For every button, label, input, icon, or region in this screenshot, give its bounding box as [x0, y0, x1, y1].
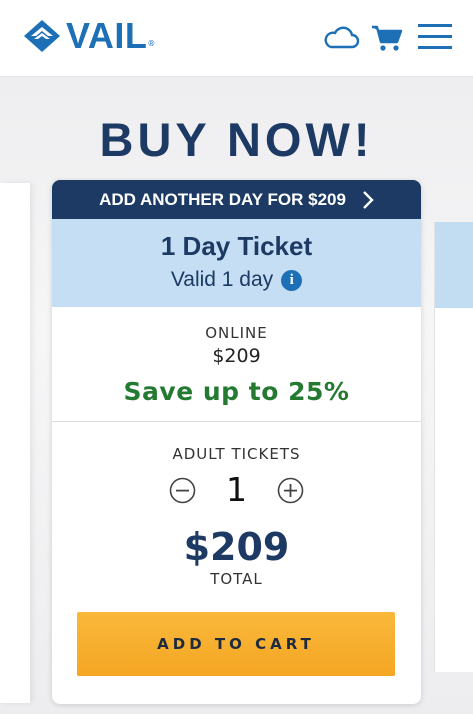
vail-logo[interactable]: VAIL ® — [22, 15, 156, 56]
quantity-section: ADULT TICKETS 1 $209 TOTAL — [52, 422, 421, 588]
quantity-value: 1 — [226, 470, 247, 509]
ticket-validity: Valid 1 day i — [52, 268, 421, 292]
ticket-card: ADD ANOTHER DAY FOR $209 1 Day Ticket Va… — [52, 180, 421, 704]
online-label: ONLINE — [205, 324, 268, 342]
info-icon[interactable]: i — [281, 269, 303, 291]
online-price-section: ONLINE $209 Save up to 25% — [52, 307, 421, 422]
decrement-button[interactable] — [169, 477, 196, 504]
next-ticket-band — [435, 222, 473, 308]
add-another-day-label: ADD ANOTHER DAY FOR $209 — [99, 189, 346, 209]
chevron-right-icon — [363, 190, 374, 209]
next-ticket-card[interactable] — [434, 222, 473, 672]
cart-icon[interactable] — [371, 24, 403, 52]
previous-ticket-card[interactable] — [0, 183, 30, 703]
online-price: $209 — [212, 345, 261, 367]
increment-button[interactable] — [277, 477, 304, 504]
ticket-validity-text: Valid 1 day — [170, 268, 274, 291]
add-to-cart-button[interactable]: ADD TO CART — [77, 612, 395, 676]
adult-tickets-label: ADULT TICKETS — [172, 445, 301, 463]
site-header: VAIL ® — [0, 0, 473, 77]
logo-wordmark: VAIL — [66, 15, 148, 56]
cloud-icon[interactable] — [322, 26, 360, 50]
ticket-header: 1 Day Ticket Valid 1 day i — [52, 219, 421, 307]
logo-diamond-icon — [24, 20, 60, 52]
add-another-day-link[interactable]: ADD ANOTHER DAY FOR $209 — [52, 180, 421, 219]
total-price: $209 — [183, 525, 290, 569]
menu-icon[interactable] — [418, 22, 452, 52]
ticket-name: 1 Day Ticket — [160, 231, 313, 261]
total-label: TOTAL — [210, 570, 263, 588]
quantity-stepper: 1 — [52, 472, 421, 508]
page-title: BUY NOW! — [99, 113, 374, 166]
savings-text: Save up to 25% — [123, 377, 350, 406]
registered-mark: ® — [147, 39, 156, 48]
